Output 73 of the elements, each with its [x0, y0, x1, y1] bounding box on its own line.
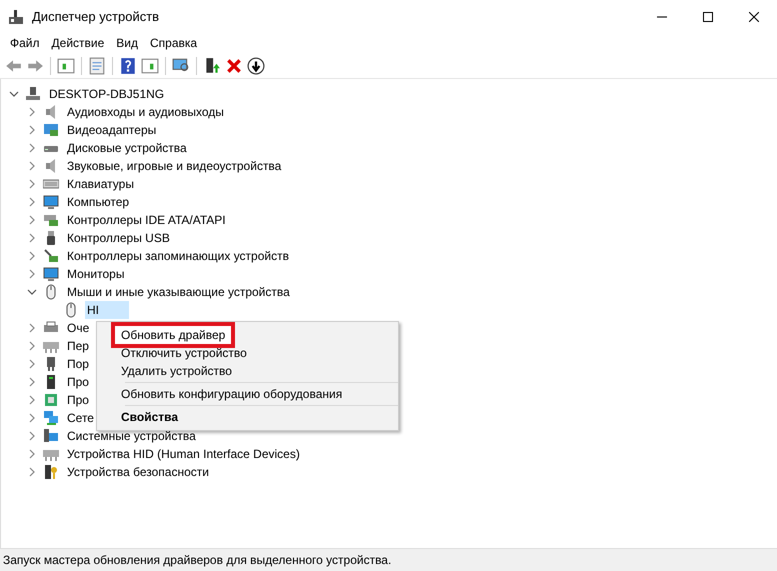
- tree-item[interactable]: Мониторы: [65, 265, 126, 283]
- expand-chevron-icon[interactable]: [27, 413, 37, 423]
- tree-item[interactable]: HI: [85, 301, 129, 319]
- status-text: Запуск мастера обновления драйверов для выделенного устройства.: [3, 552, 392, 569]
- processor-chip-icon: [43, 392, 59, 408]
- tree-item[interactable]: DESKTOP-DBJ51NG: [47, 85, 166, 103]
- tree-item[interactable]: Контроллеры USB: [65, 229, 172, 247]
- tree-item[interactable]: Звуковые, игровые и видеоустройства: [65, 157, 284, 175]
- tree-item[interactable]: Клавиатуры: [65, 175, 136, 193]
- expand-chevron-icon[interactable]: [27, 143, 37, 153]
- expand-chevron-icon[interactable]: [27, 323, 37, 333]
- expand-chevron-icon[interactable]: [27, 161, 37, 171]
- tree-item[interactable]: Про: [65, 373, 91, 391]
- expand-chevron-icon[interactable]: [27, 341, 37, 351]
- tree-item[interactable]: Видеоадаптеры: [65, 121, 158, 139]
- tree-item[interactable]: Оче: [65, 319, 92, 337]
- expand-chevron-icon[interactable]: [27, 359, 37, 369]
- menu-item[interactable]: Отключить устройство: [115, 344, 253, 362]
- expand-chevron-icon[interactable]: [27, 125, 37, 135]
- menu-item[interactable]: Файл: [4, 33, 46, 53]
- maximize-icon: [703, 12, 713, 22]
- tree-item[interactable]: Пер: [65, 337, 91, 355]
- tree-item[interactable]: Мыши и иные указывающие устройства: [65, 283, 292, 301]
- expand-chevron-icon[interactable]: [27, 107, 37, 117]
- tree-item[interactable]: Контроллеры IDE ATA/ATAPI: [65, 211, 228, 229]
- controller-card-icon: [43, 212, 59, 228]
- menu-item[interactable]: Вид: [110, 33, 144, 53]
- menu-item[interactable]: Свойства: [115, 408, 184, 426]
- expand-chevron-icon[interactable]: [27, 467, 37, 477]
- close-icon: [749, 12, 759, 22]
- window-title: Диспетчер устройств: [32, 8, 160, 26]
- expand-chevron-icon[interactable]: [27, 449, 37, 459]
- display-card-icon: [43, 122, 59, 138]
- action-pane-icon[interactable]: [141, 56, 159, 74]
- expand-chevron-icon[interactable]: [27, 233, 37, 243]
- expand-chevron-icon[interactable]: [27, 431, 37, 441]
- expand-chevron-icon[interactable]: [27, 197, 37, 207]
- properties-sheet-icon[interactable]: [88, 56, 106, 74]
- tree-item[interactable]: Контроллеры запоминающих устройств: [65, 247, 291, 265]
- tree-item[interactable]: Компьютер: [65, 193, 132, 211]
- menu-item[interactable]: Обновить драйвер: [115, 326, 232, 344]
- menu-item[interactable]: Обновить конфигурацию оборудования: [115, 385, 348, 403]
- expand-chevron-icon[interactable]: [27, 251, 37, 261]
- tree-item[interactable]: Устройства безопасности: [65, 463, 211, 481]
- system-devices-icon: [43, 428, 59, 444]
- collapse-chevron-icon[interactable]: [9, 89, 19, 99]
- monitor-icon: [43, 194, 59, 210]
- delete-x-icon[interactable]: [225, 56, 243, 74]
- monitor-icon: [43, 266, 59, 282]
- tree-item[interactable]: Дисковые устройства: [65, 139, 189, 157]
- key-lock-icon: [43, 464, 59, 480]
- menu-item[interactable]: Удалить устройство: [115, 362, 238, 380]
- tree-item[interactable]: Пор: [65, 355, 91, 373]
- menu-item[interactable]: Справка: [144, 33, 204, 53]
- network-monitors-icon: [43, 410, 59, 426]
- help-icon[interactable]: [119, 56, 137, 74]
- tree-item[interactable]: Сете: [65, 409, 96, 427]
- console-tree-icon[interactable]: [57, 56, 75, 74]
- tree-item[interactable]: Аудиовходы и аудиовыходы: [65, 103, 226, 121]
- computer-icon: [25, 86, 41, 102]
- menu-item[interactable]: Действие: [46, 33, 110, 53]
- expand-chevron-icon[interactable]: [27, 377, 37, 387]
- download-circle-icon[interactable]: [247, 56, 265, 74]
- collapse-chevron-icon[interactable]: [27, 287, 37, 297]
- tree-item[interactable]: Устройства HID (Human Interface Devices): [65, 445, 302, 463]
- storage-controller-icon: [43, 248, 59, 264]
- device-manager-icon: [8, 8, 24, 24]
- expand-chevron-icon[interactable]: [27, 179, 37, 189]
- expand-chevron-icon[interactable]: [27, 215, 37, 225]
- tree-item[interactable]: Про: [65, 391, 91, 409]
- tree-item[interactable]: Системные устройства: [65, 427, 198, 445]
- expand-chevron-icon[interactable]: [27, 395, 37, 405]
- expand-chevron-icon[interactable]: [27, 269, 37, 279]
